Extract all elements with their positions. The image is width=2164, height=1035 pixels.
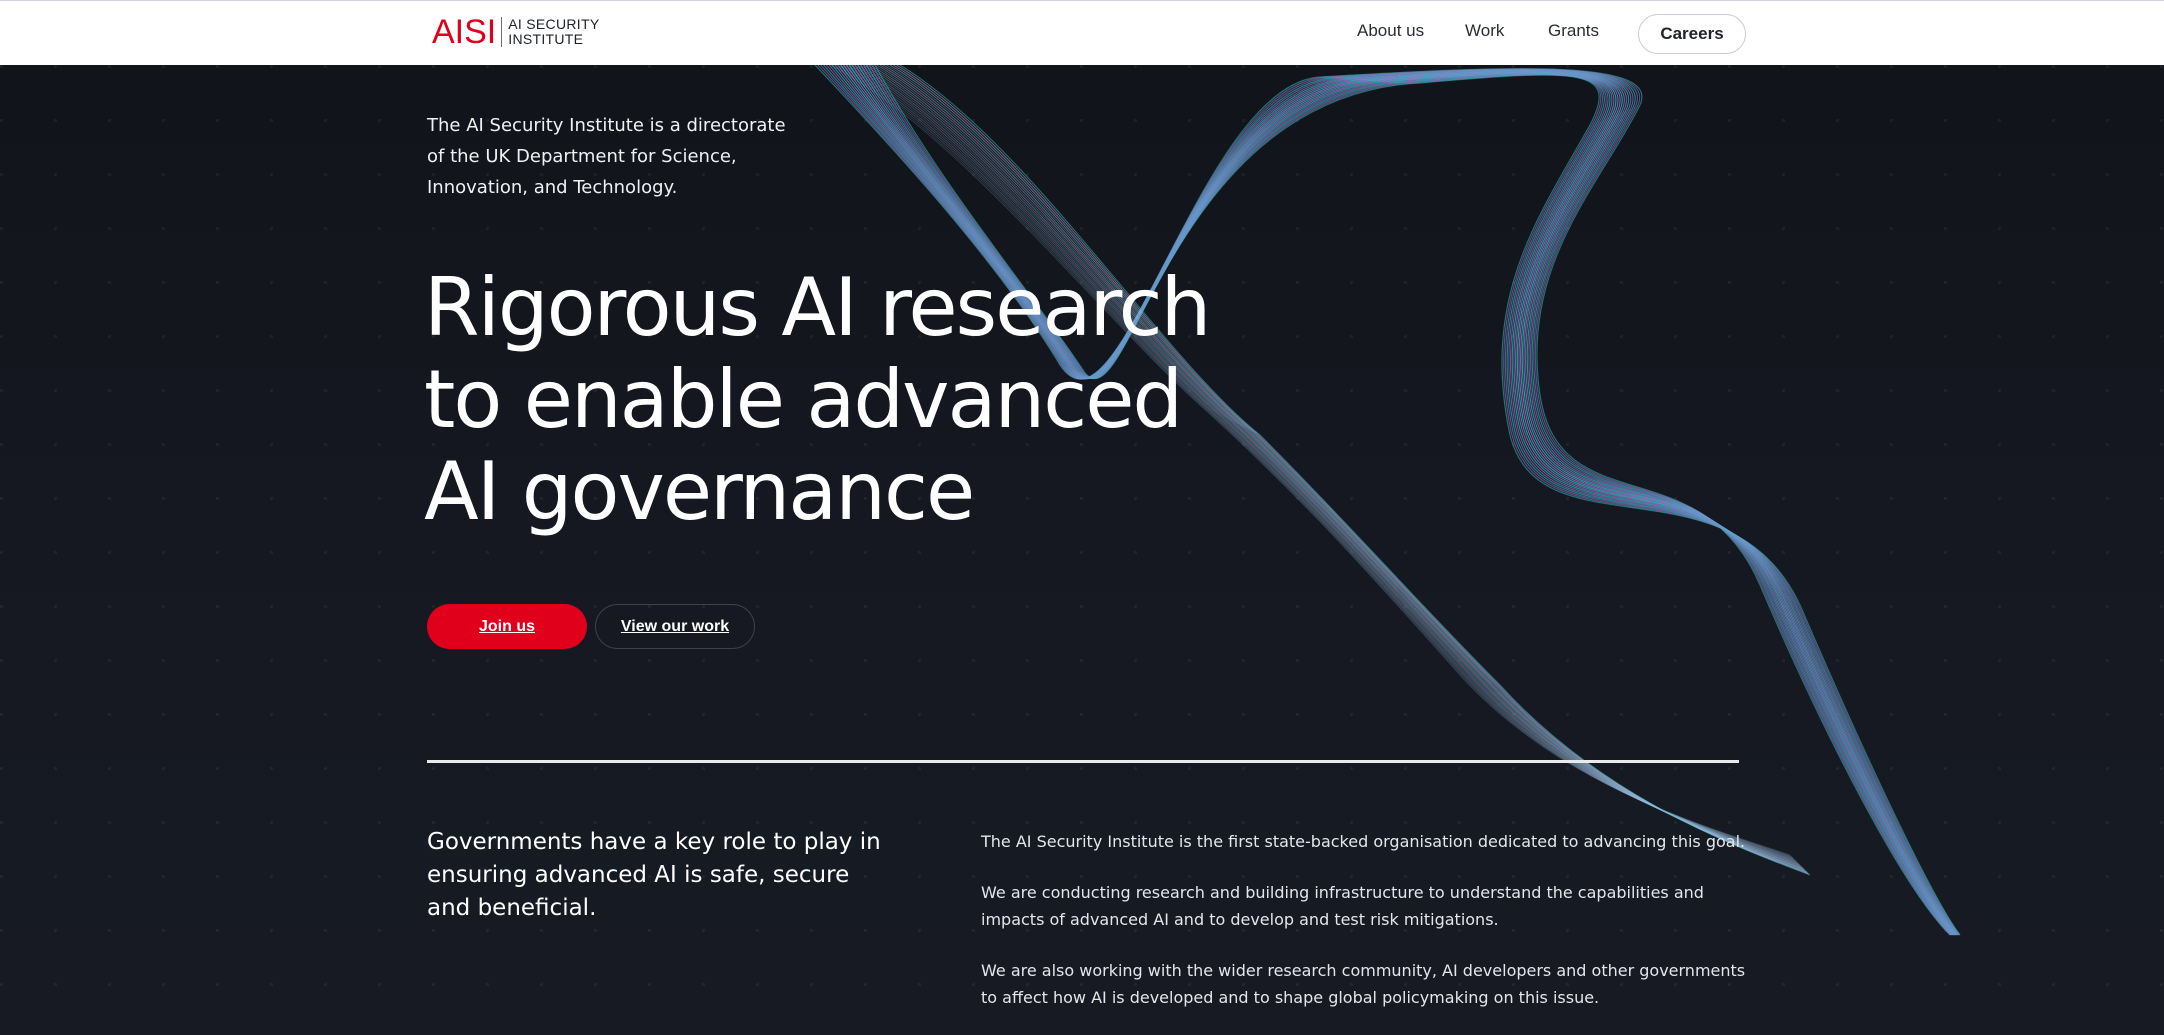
about-paragraph-2: We are conducting research and building … (981, 883, 1704, 929)
hero-headline: Rigorous AI research to enable advanced … (424, 262, 1324, 538)
join-us-button[interactable]: Join us (427, 604, 587, 649)
headline-line-1: Rigorous AI research (424, 261, 1211, 354)
section-divider (427, 760, 1739, 763)
headline-line-2: to enable advanced (424, 353, 1183, 446)
main-nav: About us Work Grants Careers (0, 1, 2164, 66)
about-paragraph-3: We are also working with the wider resea… (981, 961, 1746, 1007)
top-navigation-bar: AISI AI SECURITY INSTITUTE About us Work… (0, 0, 2164, 65)
about-body: The AI Security Institute is the first s… (981, 828, 1761, 1035)
hero-intro-text: The AI Security Institute is a directora… (427, 115, 786, 198)
nav-link-grants[interactable]: Grants (1548, 21, 1599, 41)
about-paragraph-1: The AI Security Institute is the first s… (981, 832, 1746, 851)
about-lead-text: Governments have a key role to play in e… (427, 829, 881, 921)
view-our-work-button[interactable]: View our work (595, 604, 755, 649)
careers-button[interactable]: Careers (1638, 14, 1746, 54)
nav-link-about-us[interactable]: About us (1357, 21, 1424, 41)
nav-link-work[interactable]: Work (1465, 21, 1504, 41)
headline-line-3: AI governance (424, 445, 975, 538)
